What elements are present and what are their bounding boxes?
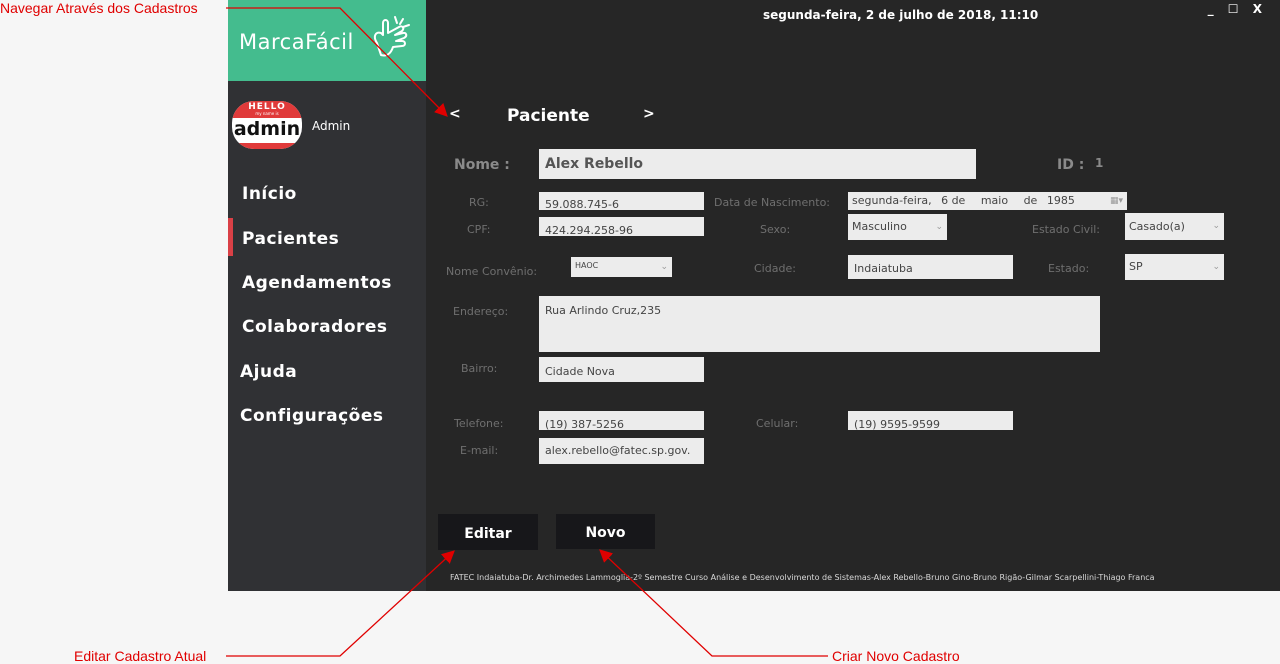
- arrow-new: [599, 549, 828, 657]
- annotation-arrows: [226, 7, 828, 657]
- arrow-navigate: [226, 7, 448, 117]
- arrow-edit: [226, 550, 455, 657]
